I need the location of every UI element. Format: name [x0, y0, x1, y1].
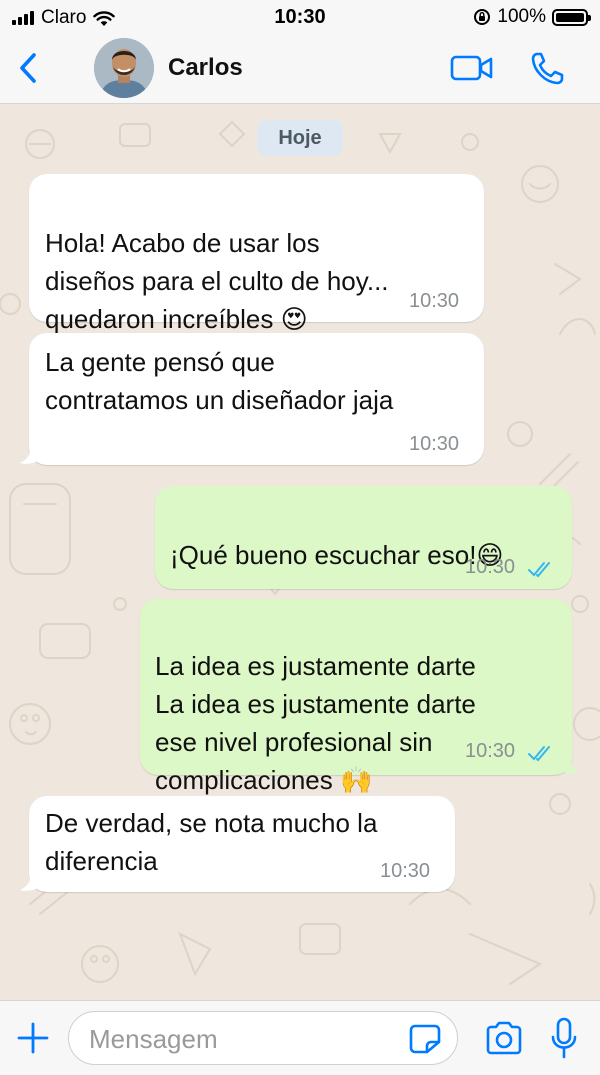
message-input[interactable]: [87, 1020, 401, 1058]
message-time: 10:30: [409, 433, 460, 455]
read-ticks-icon: [528, 746, 550, 762]
message-time: 10:30: [465, 740, 516, 762]
incoming-message-bubble[interactable]: Hola! Acabo de usar los diseños para el …: [29, 174, 484, 334]
date-chip: Hoje: [257, 120, 343, 156]
message-time: 10:30: [409, 290, 460, 312]
contact-name[interactable]: Carlos: [168, 54, 243, 82]
incoming-message-bubble[interactable]: La gente pensó que contratamos un diseña…: [29, 333, 484, 465]
avatar-photo: [94, 38, 154, 98]
status-bar: Claro 10:30 100%: [0, 0, 600, 34]
battery-percent: 100%: [497, 6, 546, 27]
plus-icon[interactable]: [16, 1021, 50, 1055]
bubble-tail: [562, 755, 580, 774]
status-right: 100%: [473, 6, 591, 28]
avatar[interactable]: [94, 38, 154, 98]
outgoing-message-bubble[interactable]: La idea es justamente darte La idea es j…: [140, 599, 572, 795]
message-text-content: ¡Qué bueno escuchar eso!: [170, 540, 477, 570]
bubble-tail: [20, 445, 38, 464]
camera-icon[interactable]: [484, 1020, 524, 1056]
chat-header: Carlos: [0, 34, 600, 104]
incoming-message-bubble[interactable]: De verdad, se nota mucho la diferencia 1…: [29, 796, 455, 892]
message-time: 10:30: [465, 556, 516, 578]
chat-area[interactable]: Hoje Hola! Acabo de usar los diseños par…: [0, 104, 600, 1000]
message-text: La idea es justamente darte La idea es j…: [155, 609, 565, 799]
back-chevron-icon[interactable]: [14, 50, 44, 86]
raising-hands-emoji: 🙌: [339, 765, 373, 795]
phone-icon[interactable]: [528, 50, 566, 88]
message-text-content: Hola! Acabo de usar los diseños para el …: [45, 228, 389, 334]
message-text: La gente pensó que contratamos un diseña…: [45, 347, 394, 415]
sticker-icon[interactable]: [409, 1024, 441, 1054]
heart-eyes-emoji: 😍: [280, 304, 308, 334]
microphone-icon[interactable]: [550, 1017, 578, 1059]
input-bar: [0, 1000, 600, 1075]
message-field[interactable]: [68, 1011, 458, 1065]
message-text: Hola! Acabo de usar los diseños para el …: [45, 186, 475, 338]
message-text-content: La idea es justamente darte La idea es j…: [155, 651, 476, 795]
read-ticks-icon: [528, 562, 550, 578]
orientation-lock-icon: [474, 9, 491, 25]
outgoing-message-bubble[interactable]: ¡Qué bueno escuchar eso!😄 10:30: [155, 486, 572, 589]
message-time: 10:30: [380, 860, 431, 882]
video-call-icon[interactable]: [450, 52, 494, 84]
battery-icon: [552, 8, 591, 26]
bubble-tail: [20, 872, 38, 891]
